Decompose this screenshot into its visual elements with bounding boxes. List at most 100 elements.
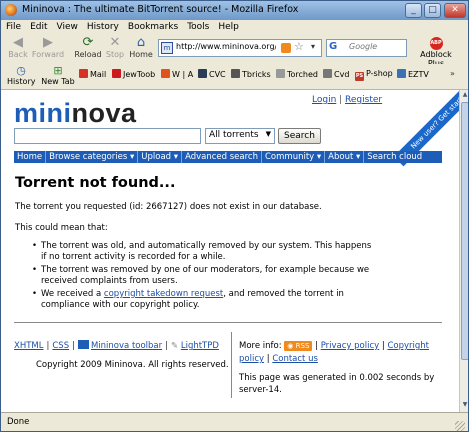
menu-edit[interactable]: Edit — [25, 20, 51, 32]
firefox-icon — [5, 4, 17, 16]
home-label: Home — [129, 50, 153, 59]
bookmark-label: Cvd — [334, 70, 350, 79]
nav-search-cloud[interactable]: Search cloud — [364, 151, 425, 163]
tbricks-icon — [231, 69, 240, 78]
register-link[interactable]: Register — [345, 95, 382, 105]
bookmark-torched[interactable]: Torched — [276, 69, 318, 79]
bookmark-label: Torched — [287, 70, 319, 79]
url-bar[interactable]: m ☆ ▾ — [158, 39, 322, 57]
forward-arrow-icon: ▶ — [43, 35, 53, 50]
scroll-down-icon[interactable]: ▼ — [461, 401, 468, 411]
reasons-intro: This could mean that: — [15, 223, 108, 233]
generation-info: This page was generated in 0.002 seconds… — [239, 373, 435, 395]
title-bar: Mininova : The ultimate BitTorrent sourc… — [1, 1, 468, 20]
eztv-icon — [397, 69, 406, 78]
menu-file[interactable]: File — [1, 20, 25, 32]
page-title: Torrent not found... — [15, 175, 176, 191]
bookmark-wolfram[interactable]: W | A — [161, 69, 193, 79]
mininova-logo[interactable]: mininova — [14, 98, 137, 129]
scroll-up-icon[interactable]: ▲ — [461, 91, 468, 101]
web-search-input[interactable] — [349, 42, 399, 51]
search-button[interactable]: Search — [278, 128, 321, 144]
bookmark-label: JewToob — [123, 70, 156, 79]
new-tab-button[interactable]: ⊞ New Tab — [39, 65, 77, 87]
nav-upload[interactable]: Upload ▾ — [138, 151, 183, 163]
contact-link[interactable]: Contact us — [272, 354, 318, 364]
close-button[interactable]: ✕ — [444, 3, 466, 18]
privacy-policy-link[interactable]: Privacy policy — [321, 341, 380, 351]
menu-history[interactable]: History — [82, 20, 123, 32]
menu-bookmarks[interactable]: Bookmarks — [123, 20, 182, 32]
error-message: The torrent you requested (id: 2667127) … — [15, 202, 322, 212]
rss-label: RSS — [295, 342, 310, 350]
footer-divider — [14, 322, 442, 323]
lighttpd-link[interactable]: LightTPD — [181, 341, 219, 351]
browser-window: Mininova : The ultimate BitTorrent sourc… — [0, 0, 469, 432]
rss-button[interactable]: ◉ RSS — [284, 341, 313, 351]
bookmark-eztv[interactable]: EZTV — [397, 69, 429, 79]
nav-about[interactable]: About ▾ — [325, 151, 365, 163]
adblock-icon: ABP — [429, 37, 443, 50]
menu-help[interactable]: Help — [213, 20, 243, 32]
wolfram-icon — [161, 69, 170, 78]
search-bar[interactable]: G — [326, 39, 407, 57]
torrent-search-input[interactable] — [14, 128, 201, 144]
menu-view[interactable]: View — [52, 20, 82, 32]
bookmark-tbricks[interactable]: Tbricks — [231, 69, 271, 79]
back-arrow-icon: ◀ — [13, 35, 23, 50]
bookmark-star-icon[interactable]: ☆ — [294, 40, 304, 53]
bookmark-cvd[interactable]: Cvd — [323, 69, 349, 79]
new-tab-label: New Tab — [41, 77, 75, 86]
login-link[interactable]: Login — [312, 95, 336, 105]
bookmark-label: Tbricks — [242, 70, 271, 79]
feather-icon: ✎ — [171, 341, 179, 351]
navigation-toolbar: ◀Back ▶Forward ⟳Reload ✕Stop ⌂Home m ☆ ▾… — [1, 35, 468, 68]
scrollbar-thumb[interactable] — [461, 102, 468, 360]
vertical-scrollbar[interactable]: ▲ ▼ — [459, 90, 468, 412]
bookmark-jewtoob[interactable]: JewToob — [112, 69, 155, 79]
home-button[interactable]: ⌂ Home — [128, 36, 154, 60]
category-select[interactable]: All torrents ▼ — [205, 128, 275, 144]
google-icon[interactable]: G — [329, 41, 341, 55]
menu-tools[interactable]: Tools — [182, 20, 213, 32]
rss-feed-icon[interactable] — [281, 43, 291, 53]
toolbar-icon — [77, 340, 89, 349]
youtube-icon — [112, 69, 121, 78]
site-nav: Home Browse categories ▾ Upload ▾ Advanced … — [14, 151, 442, 163]
nav-community[interactable]: Community ▾ — [262, 151, 326, 163]
account-links: Login | Register — [312, 95, 383, 105]
stop-button[interactable]: ✕ Stop — [104, 35, 126, 60]
url-input[interactable] — [176, 42, 276, 51]
footer-links: XHTML | CSS | Mininova toolbar | ✎ LightTPD — [14, 340, 219, 351]
bookmark-pshop[interactable]: PS P-shop — [355, 69, 393, 81]
mininova-toolbar-link[interactable]: Mininova toolbar — [91, 341, 162, 351]
site-favicon-icon: m — [161, 42, 173, 54]
bookmark-label: W | A — [172, 70, 194, 79]
nav-advanced-search[interactable]: Advanced search — [182, 151, 262, 163]
back-button[interactable]: ◀ Back — [6, 35, 30, 60]
bookmark-mail[interactable]: Mail — [79, 69, 106, 79]
xhtml-link[interactable]: XHTML — [14, 341, 43, 351]
more-info: More info: ◉ RSS | Privacy policy | Copy… — [239, 341, 430, 364]
cvd-icon — [323, 69, 332, 78]
forward-label: Forward — [31, 50, 65, 59]
nav-home[interactable]: Home — [14, 151, 47, 163]
maximize-button[interactable]: □ — [424, 3, 441, 18]
more-info-label: More info: — [239, 341, 282, 351]
reload-button[interactable]: ⟳ Reload — [74, 36, 102, 60]
url-dropdown-icon[interactable]: ▾ — [311, 42, 315, 51]
css-link[interactable]: CSS — [52, 341, 69, 351]
logo-mini: mini — [14, 98, 72, 128]
bookmark-label: P-shop — [366, 69, 393, 78]
stop-icon: ✕ — [109, 35, 121, 50]
resize-grip-icon[interactable] — [455, 421, 465, 431]
minimize-button[interactable]: _ — [405, 3, 422, 18]
forward-button[interactable]: ▶ Forward — [31, 35, 65, 60]
nav-browse-categories[interactable]: Browse categories ▾ — [46, 151, 139, 163]
copyright-takedown-link[interactable]: copyright takedown request — [104, 289, 223, 299]
bookmark-cvc[interactable]: CVC — [198, 69, 226, 79]
bookmark-label: Mail — [90, 70, 107, 79]
history-button[interactable]: ◷ History — [7, 65, 35, 87]
bookmarks-overflow-icon[interactable]: » — [450, 69, 455, 78]
logo-nova: nova — [71, 98, 137, 128]
